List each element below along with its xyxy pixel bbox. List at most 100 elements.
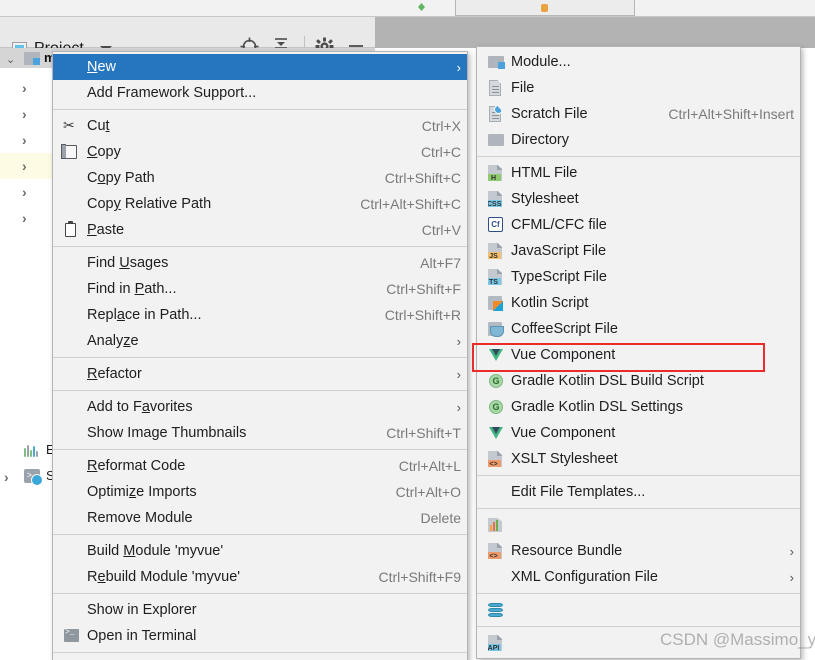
- js-file-icon: JS: [485, 242, 507, 260]
- submenu-item-vue-component[interactable]: Vue Component: [477, 420, 800, 446]
- menu-item-icon-none: [61, 169, 83, 187]
- submenu-item-module[interactable]: Module...: [477, 49, 800, 75]
- ide-config-icon: [541, 4, 548, 12]
- menu-item-remove-module[interactable]: Remove Module Delete: [53, 505, 467, 531]
- submenu-item-shortcut: Ctrl+Alt+Shift+Insert: [668, 106, 794, 122]
- chevron-right-icon[interactable]: ›: [4, 469, 9, 485]
- menu-item-copy-path[interactable]: Copy Path Ctrl+Shift+C: [53, 165, 467, 191]
- submenu-item-label: Module...: [511, 54, 571, 70]
- submenu-item-stylesheet[interactable]: CSS Stylesheet: [477, 186, 800, 212]
- menu-item-label: Open in Terminal: [87, 628, 197, 644]
- submenu-arrow-icon: ›: [789, 543, 794, 559]
- submenu-item-xml-configuration-file[interactable]: <> Resource Bundle ›: [477, 538, 800, 564]
- submenu-item-label: XSLT Stylesheet: [511, 451, 618, 467]
- submenu-item-edit-file-templates[interactable]: Edit File Templates...: [477, 479, 800, 505]
- submenu-item-label: CoffeeScript File: [511, 321, 618, 337]
- submenu-arrow-icon: ›: [456, 333, 461, 349]
- menu-item-label: Copy Path: [87, 170, 155, 186]
- menu-item-open-in-terminal[interactable]: Open in Terminal: [53, 623, 467, 649]
- submenu-item-diagram[interactable]: XML Configuration File ›: [477, 564, 800, 590]
- submenu-item-html-file[interactable]: H HTML File: [477, 160, 800, 186]
- menu-item-copy-relative-path[interactable]: Copy Relative Path Ctrl+Alt+Shift+C: [53, 191, 467, 217]
- menu-item-build-module[interactable]: Build Module 'myvue': [53, 538, 467, 564]
- menu-item-add-framework-support[interactable]: Add Framework Support...: [53, 80, 467, 106]
- submenu-item-xslt-stylesheet[interactable]: <> XSLT Stylesheet: [477, 446, 800, 472]
- new-submenu[interactable]: Module... File Scratch File Ctrl+Alt+Shi…: [476, 46, 801, 659]
- menu-item-label: Remove Module: [87, 510, 193, 526]
- context-menu[interactable]: New › Add Framework Support... ✂ Cut Ctr…: [52, 51, 468, 660]
- menu-item-icon-none: [61, 542, 83, 560]
- menu-separator: [53, 357, 467, 358]
- submenu-item-coffeescript-file[interactable]: CoffeeScript File: [477, 316, 800, 342]
- submenu-item-data-source[interactable]: [477, 597, 800, 623]
- module-folder-icon: [485, 53, 507, 71]
- menu-item-label: Rebuild Module 'myvue': [87, 569, 241, 585]
- menu-item-analyze[interactable]: Analyze ›: [53, 328, 467, 354]
- chevron-right-icon[interactable]: ›: [22, 210, 27, 226]
- menu-item-icon-none: [61, 424, 83, 442]
- menu-item-paste[interactable]: Paste Ctrl+V: [53, 217, 467, 243]
- menu-item-replace-in-path[interactable]: Replace in Path... Ctrl+Shift+R: [53, 302, 467, 328]
- menu-item-show-in-explorer[interactable]: Show in Explorer: [53, 597, 467, 623]
- submenu-item-label: CFML/CFC file: [511, 217, 607, 233]
- menu-item-label: Show in Explorer: [87, 602, 197, 618]
- submenu-item-javascript-file[interactable]: JS JavaScript File: [477, 238, 800, 264]
- chevron-right-icon[interactable]: ›: [22, 106, 27, 122]
- submenu-item-label: Vue Component: [511, 425, 616, 441]
- menu-item-find-usages[interactable]: Find Usages Alt+F7: [53, 250, 467, 276]
- menu-item-label: Find Usages: [87, 255, 169, 271]
- submenu-item-typescript-file[interactable]: TS TypeScript File: [477, 264, 800, 290]
- submenu-item-vue-component-highlighted[interactable]: Vue Component: [477, 342, 800, 368]
- chevron-right-icon[interactable]: ›: [22, 80, 27, 96]
- menu-item-shortcut: Delete: [420, 510, 461, 526]
- submenu-separator: [477, 156, 800, 157]
- menu-item-shortcut: Ctrl+C: [420, 144, 461, 160]
- bar-chart-icon: [24, 444, 40, 457]
- ide-editor-gray-area: [380, 17, 815, 48]
- menu-item-find-in-path[interactable]: Find in Path... Ctrl+Shift+F: [53, 276, 467, 302]
- menu-item-copy[interactable]: Copy Ctrl+C: [53, 139, 467, 165]
- chevron-down-icon[interactable]: ⌄: [6, 53, 15, 66]
- submenu-item-resource-bundle[interactable]: [477, 512, 800, 538]
- submenu-item-directory[interactable]: Directory: [477, 127, 800, 153]
- menu-item-refactor[interactable]: Refactor ›: [53, 361, 467, 387]
- submenu-item-label: JavaScript File: [511, 243, 607, 259]
- menu-item-icon-none: [61, 332, 83, 350]
- chevron-right-icon[interactable]: ›: [22, 158, 27, 174]
- menu-item-rebuild-module[interactable]: Rebuild Module 'myvue' Ctrl+Shift+F9: [53, 564, 467, 590]
- submenu-item-label: Edit File Templates...: [511, 484, 646, 500]
- menu-item-local-history[interactable]: Local History ›: [53, 656, 467, 660]
- menu-item-add-to-favorites[interactable]: Add to Favorites ›: [53, 394, 467, 420]
- menu-item-label: Paste: [87, 222, 125, 238]
- ide-top-strip: [0, 0, 815, 17]
- menu-item-label: Reformat Code: [87, 458, 186, 474]
- xml-config-icon: <>: [485, 542, 507, 560]
- ide-marker-icon: [418, 3, 425, 11]
- submenu-item-cfml-cfc-file[interactable]: Cf CFML/CFC file: [477, 212, 800, 238]
- module-folder-icon: [24, 52, 40, 65]
- chevron-right-icon[interactable]: ›: [22, 184, 27, 200]
- vue-component-icon: [485, 346, 507, 364]
- menu-item-cut[interactable]: ✂ Cut Ctrl+X: [53, 113, 467, 139]
- menu-item-icon-none: [61, 195, 83, 213]
- submenu-item-gradle-kotlin-dsl-build-script[interactable]: G Gradle Kotlin DSL Build Script: [477, 368, 800, 394]
- menu-item-icon-none: [61, 568, 83, 586]
- menu-item-icon-none: [61, 365, 83, 383]
- resource-bundle-icon: [485, 516, 507, 534]
- menu-item-optimize-imports[interactable]: Optimize Imports Ctrl+Alt+O: [53, 479, 467, 505]
- submenu-item-icon-none: [485, 483, 507, 501]
- menu-item-new[interactable]: New ›: [53, 54, 467, 80]
- submenu-item-gradle-kotlin-dsl-settings[interactable]: G Gradle Kotlin DSL Settings: [477, 394, 800, 420]
- http-request-icon: API: [485, 634, 507, 652]
- terminal-history-icon: >_: [24, 469, 43, 486]
- menu-item-icon-none: [61, 306, 83, 324]
- submenu-item-label: Resource Bundle: [511, 543, 623, 559]
- menu-item-reformat-code[interactable]: Reformat Code Ctrl+Alt+L: [53, 453, 467, 479]
- submenu-item-label: XML Configuration File: [511, 569, 658, 585]
- menu-item-show-image-thumbnails[interactable]: Show Image Thumbnails Ctrl+Shift+T: [53, 420, 467, 446]
- submenu-item-scratch-file[interactable]: Scratch File Ctrl+Alt+Shift+Insert: [477, 101, 800, 127]
- submenu-item-file[interactable]: File: [477, 75, 800, 101]
- chevron-right-icon[interactable]: ›: [22, 132, 27, 148]
- submenu-item-kotlin-script[interactable]: Kotlin Script: [477, 290, 800, 316]
- gradle-icon: G: [485, 372, 507, 390]
